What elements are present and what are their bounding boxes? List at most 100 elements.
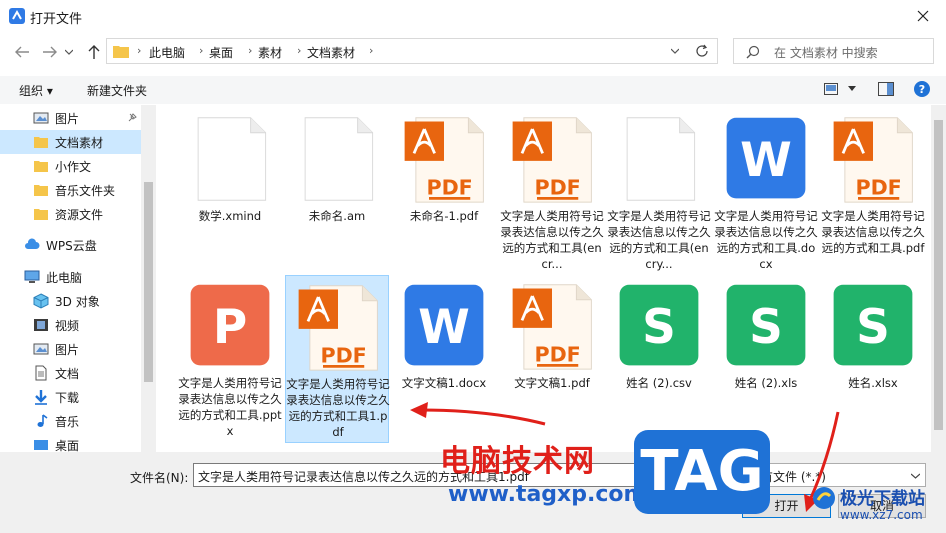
- search-box[interactable]: 在 文档素材 中搜索: [733, 38, 934, 64]
- file-item[interactable]: S 姓名 (2).csv: [607, 275, 711, 443]
- file-name: 文字文稿1.docx: [401, 376, 487, 390]
- preview-pane-icon[interactable]: [878, 82, 894, 96]
- forward-button[interactable]: [39, 43, 61, 61]
- svg-text:W: W: [740, 133, 792, 188]
- file-thumbnail: PDF: [508, 114, 596, 204]
- svg-text:?: ?: [919, 83, 925, 96]
- window-title: 打开文件: [30, 12, 83, 27]
- sidebar-item-wps-cloud[interactable]: WPS云盘: [0, 233, 141, 257]
- chevron-down-icon[interactable]: [671, 48, 679, 54]
- file-thumbnail: S: [615, 281, 703, 371]
- sidebar-item-label: 此电脑: [46, 270, 83, 285]
- sidebar-item-this-pc[interactable]: 此电脑: [0, 265, 141, 289]
- help-icon[interactable]: ?: [914, 81, 930, 97]
- breadcrumb-doc-material[interactable]: 文档素材: [307, 44, 355, 61]
- sidebar-scrollbar-thumb[interactable]: [144, 182, 153, 382]
- spreadsheet-file-icon: S: [833, 284, 913, 366]
- file-thumbnail: S: [722, 281, 810, 371]
- sidebar-item-label: 3D 对象: [55, 294, 100, 309]
- chevron-down-icon: [65, 49, 73, 55]
- arrow-right-icon: [43, 46, 57, 58]
- arrow-up-icon: [88, 45, 100, 59]
- pdf-file-icon: PDF: [512, 117, 592, 203]
- search-placeholder: 在 文档素材 中搜索: [774, 46, 878, 60]
- blank-file-icon: [304, 117, 374, 201]
- file-name: 文字是人类用符号记录表达信息以传之久远的方式和工具.pdf: [821, 209, 925, 255]
- file-item[interactable]: P 文字是人类用符号记录表达信息以传之久远的方式和工具.pptx: [178, 275, 282, 443]
- file-name: 未命名.am: [308, 209, 366, 223]
- folder-icon: [34, 209, 48, 220]
- file-item[interactable]: PDF 未命名-1.pdf: [392, 108, 496, 276]
- sidebar-item-music[interactable]: 音乐: [0, 409, 141, 433]
- file-item[interactable]: PDF 文字是人类用符号记录表达信息以传之久远的方式和工具(encr...: [500, 108, 604, 276]
- breadcrumb-separator-icon: ›: [248, 44, 253, 57]
- sidebar-item-label: 桌面: [55, 438, 80, 453]
- desktop-icon: [34, 440, 48, 450]
- breadcrumb-this-pc[interactable]: 此电脑: [149, 44, 185, 61]
- sidebar-item-documents[interactable]: 文档: [0, 361, 141, 385]
- breadcrumb-separator-icon: ›: [297, 44, 302, 57]
- file-item[interactable]: 未命名.am: [285, 108, 389, 276]
- file-name: 未命名-1.pdf: [409, 209, 479, 223]
- close-icon: [917, 10, 929, 22]
- sidebar-item-pictures[interactable]: 图片: [0, 337, 141, 361]
- refresh-icon[interactable]: [695, 44, 709, 58]
- pdf-file-icon: PDF: [512, 284, 592, 370]
- word-file-icon: W: [726, 117, 806, 199]
- back-button[interactable]: [11, 43, 33, 61]
- svg-text:PDF: PDF: [534, 176, 580, 200]
- sidebar-item-music-folder[interactable]: 音乐文件夹: [0, 178, 141, 202]
- svg-text:PDF: PDF: [320, 344, 366, 368]
- svg-text:PDF: PDF: [534, 343, 580, 367]
- breadcrumb-material[interactable]: 素材: [258, 44, 282, 61]
- file-item[interactable]: W 文字文稿1.docx: [392, 275, 496, 443]
- sidebar-item-resources[interactable]: 资源文件: [0, 202, 141, 226]
- file-item[interactable]: S 姓名 (2).xls: [714, 275, 818, 443]
- sidebar-item-pictures-pinned[interactable]: 图片: [0, 106, 141, 130]
- music-icon: [37, 414, 48, 427]
- jiguang-logo-icon: [813, 487, 835, 509]
- chevron-down-icon: [911, 473, 920, 479]
- word-file-icon: W: [404, 284, 484, 366]
- file-thumbnail: P: [186, 281, 274, 371]
- view-options-icon[interactable]: [824, 83, 838, 95]
- breadcrumb-desktop[interactable]: 桌面: [209, 44, 233, 61]
- navigation-pane: 图片 文档素材 小作文 音乐文件夹 资源文件 WPS云盘 此电脑 3D 对象 视…: [0, 105, 156, 453]
- sidebar-item-downloads[interactable]: 下载: [0, 385, 141, 409]
- file-list-scrollbar-thumb[interactable]: [934, 120, 943, 430]
- file-thumbnail: W: [722, 114, 810, 204]
- sidebar-item-videos[interactable]: 视频: [0, 313, 141, 337]
- download-icon: [35, 390, 47, 405]
- folder-icon: [113, 46, 129, 58]
- organize-button[interactable]: 组织 ▾: [19, 82, 53, 99]
- file-item[interactable]: PDF 文字是人类用符号记录表达信息以传之久远的方式和工具1.pdf: [285, 275, 390, 443]
- file-name: 文字是人类用符号记录表达信息以传之久远的方式和工具1.pdf: [286, 377, 390, 439]
- blank-file-icon: [626, 117, 696, 201]
- file-name: 文字是人类用符号记录表达信息以传之久远的方式和工具(encr...: [500, 209, 604, 271]
- file-thumbnail: [293, 114, 381, 204]
- file-thumbnail: [186, 114, 274, 204]
- watermark-jiguang-url: www.xz7.com: [840, 508, 923, 522]
- file-item[interactable]: 文字是人类用符号记录表达信息以传之久远的方式和工具(encry...: [607, 108, 711, 276]
- sidebar-item-label: 图片: [55, 342, 80, 357]
- sidebar-item-doc-material[interactable]: 文档素材: [0, 130, 141, 154]
- file-item[interactable]: W 文字是人类用符号记录表达信息以传之久远的方式和工具.docx: [714, 108, 818, 276]
- up-button[interactable]: [83, 43, 105, 61]
- file-item[interactable]: PDF 文字是人类用符号记录表达信息以传之久远的方式和工具.pdf: [821, 108, 925, 276]
- sidebar-item-label: WPS云盘: [46, 238, 97, 253]
- file-item[interactable]: 数学.xmind: [178, 108, 282, 276]
- address-bar[interactable]: › 此电脑 › 桌面 › 素材 › 文档素材 ›: [106, 38, 718, 64]
- sidebar-item-3d-objects[interactable]: 3D 对象: [0, 289, 141, 313]
- recent-locations-button[interactable]: [62, 43, 76, 61]
- sidebar-item-essay[interactable]: 小作文: [0, 154, 141, 178]
- watermark-jiguang-name: 极光下载站: [840, 489, 925, 509]
- chevron-down-icon[interactable]: [848, 86, 856, 92]
- svg-text:S: S: [642, 300, 676, 355]
- filename-label: 文件名(N):: [130, 471, 189, 485]
- file-item[interactable]: S 姓名.xlsx: [821, 275, 925, 443]
- close-button[interactable]: [900, 0, 946, 32]
- file-item[interactable]: PDF 文字文稿1.pdf: [500, 275, 604, 443]
- new-folder-button[interactable]: 新建文件夹: [87, 82, 147, 99]
- file-name: 文字文稿1.pdf: [514, 376, 590, 390]
- file-name: 姓名 (2).xls: [734, 376, 798, 390]
